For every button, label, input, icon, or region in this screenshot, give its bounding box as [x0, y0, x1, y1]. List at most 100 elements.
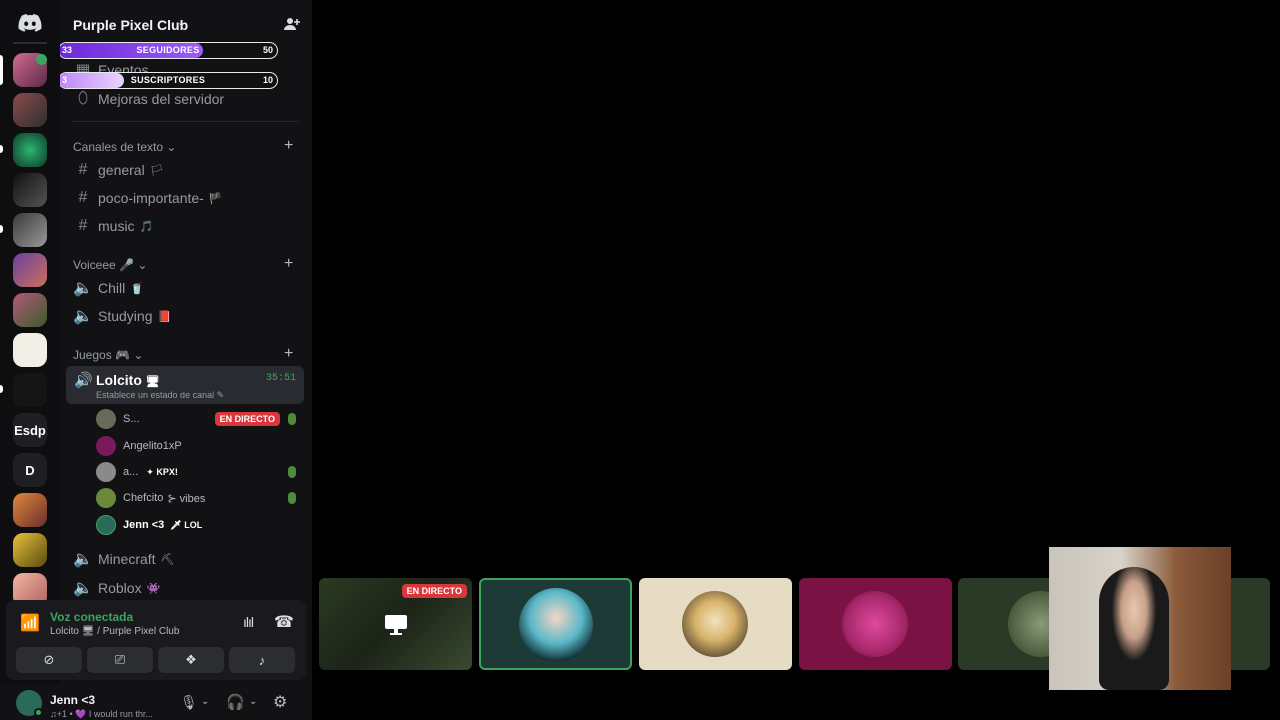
add-person-icon[interactable]	[284, 16, 300, 32]
server-icon[interactable]	[13, 533, 47, 567]
server-icon-esdp[interactable]: Esdp	[13, 413, 47, 447]
microphone-icon[interactable]: 🎙	[180, 694, 198, 711]
streaming-icon	[288, 413, 296, 425]
category-games[interactable]: Juegos 🎮 ⌄	[73, 348, 143, 362]
add-text-channel-icon[interactable]: +	[284, 137, 293, 155]
server-icon[interactable]	[13, 493, 47, 527]
avatar	[96, 515, 116, 535]
server-icon[interactable]	[13, 253, 47, 287]
disconnect-icon[interactable]: ☎	[274, 612, 294, 632]
server-name[interactable]: Purple Pixel Club	[73, 17, 188, 33]
server-icon[interactable]	[13, 133, 47, 167]
speaker-icon: 🔈	[73, 308, 93, 325]
add-voice-channel-icon[interactable]: +	[284, 255, 293, 273]
server-header[interactable]: Purple Pixel Club ⌄	[60, 0, 312, 48]
category-text[interactable]: Canales de texto ⌄	[73, 140, 176, 154]
add-game-channel-icon[interactable]: +	[284, 345, 293, 363]
voice-channel-studying[interactable]: 🔈 Studying 📕	[66, 303, 304, 329]
server-icon[interactable]	[13, 213, 47, 247]
screen-share-icon: ⎚	[114, 652, 126, 667]
hash-icon: #	[78, 189, 88, 206]
camera-off-icon: ⊘	[43, 652, 55, 667]
server-icon-d[interactable]: D	[13, 453, 47, 487]
user-panel: Jenn <3 ♫+1 • 💜 I would run thr... 🎙 ⌄ 🎧…	[0, 684, 312, 720]
streaming-icon	[288, 492, 296, 504]
live-badge: EN DIRECTO	[214, 412, 280, 426]
monitor-icon	[385, 615, 407, 635]
participant-tile[interactable]	[639, 578, 792, 670]
settings-gear-icon[interactable]: ⚙	[273, 692, 287, 712]
participant-tile[interactable]	[479, 578, 632, 670]
channel-emoji: 🖥	[145, 376, 160, 388]
category-voice[interactable]: Voiceee 🎤 ⌄	[73, 258, 147, 272]
soundboard-icon: ♪	[258, 652, 266, 668]
voice-connected-label[interactable]: Voz conectada	[50, 610, 133, 624]
member-tag-text: LOL	[184, 519, 203, 530]
speaker-active-icon: 🔊	[74, 372, 93, 389]
channel-status-label: Establece un estado de canal	[96, 390, 215, 400]
voice-indicator-icon	[36, 54, 47, 65]
stream-tile[interactable]: EN DIRECTO	[319, 578, 472, 670]
voice-member[interactable]: Chefcito ⊱ vibes	[96, 486, 304, 510]
chevron-down-icon[interactable]: ⌄	[177, 16, 186, 29]
channel-emoji: 🏴	[208, 192, 223, 205]
server-icon[interactable]	[13, 333, 47, 367]
voice-connection-panel: 📶 Voz conectada Lolcito 🖥 / Purple Pixel…	[6, 600, 306, 680]
voice-member[interactable]: S... EN DIRECTO	[96, 407, 304, 431]
server-icon[interactable]	[13, 173, 47, 207]
member-tag-text: vibes	[179, 492, 206, 505]
noise-suppression-icon[interactable]: ılıl	[243, 614, 254, 630]
menu-boosts[interactable]: ⬯ Mejoras del servidor	[66, 86, 304, 112]
voice-channel-roblox[interactable]: 🔈 Roblox 👾	[66, 575, 304, 601]
channel-status[interactable]: Establece un estado de canal ✎	[96, 390, 224, 401]
channel-poco-importante[interactable]: # poco-importante- 🏴	[66, 185, 304, 211]
channel-label: general	[98, 162, 145, 178]
voice-member[interactable]: a... ✦ KPX!	[96, 460, 304, 484]
live-badge: EN DIRECTO	[401, 584, 467, 598]
voice-member-self[interactable]: Jenn <3 🗡 LOL	[96, 513, 304, 537]
camera-button[interactable]: ⊘	[16, 647, 82, 673]
call-timer: 35:51	[265, 373, 296, 384]
soundboard-button[interactable]: ♪	[229, 647, 295, 673]
signal-icon[interactable]: 📶	[20, 613, 40, 633]
category-text-label: Canales de texto	[73, 140, 164, 154]
activities-button[interactable]: ❖	[158, 647, 224, 673]
avatar	[96, 488, 116, 508]
avatar	[96, 462, 116, 482]
activities-icon: ❖	[185, 652, 197, 667]
server-icon[interactable]	[13, 293, 47, 327]
subscribers-label: SUSCRIPTORES	[130, 75, 206, 85]
headphones-icon[interactable]: 🎧	[226, 693, 245, 711]
voice-channel-minecraft[interactable]: 🔈 Minecraft ⛏	[66, 546, 304, 572]
voice-member[interactable]: Angelito1xP	[96, 434, 304, 458]
member-tag: ⊱ vibes	[167, 492, 206, 505]
speaker-icon: 🔈	[73, 551, 93, 568]
discord-home-icon[interactable]	[13, 6, 47, 40]
channel-label: Minecraft	[98, 551, 156, 567]
channel-general[interactable]: # general 🏳	[66, 157, 304, 183]
server-icon[interactable]	[13, 373, 47, 407]
member-name: Angelito1xP	[123, 440, 182, 452]
user-name[interactable]: Jenn <3	[50, 693, 95, 707]
unread-pill	[0, 385, 3, 393]
participant-tile[interactable]	[799, 578, 952, 670]
voice-channel-chill[interactable]: 🔈 Chill 🥤	[66, 275, 304, 301]
chevron-down-icon[interactable]: ⌄	[201, 696, 209, 707]
channel-emoji: 📕	[157, 310, 172, 323]
speaker-icon: 🔈	[73, 580, 93, 597]
chevron-down-icon[interactable]: ⌄	[249, 696, 257, 707]
server-icon[interactable]	[13, 93, 47, 127]
active-server-pill	[0, 55, 3, 85]
channel-label: Chill	[98, 280, 126, 296]
voice-channel-lolcito[interactable]: 🔊 Lolcito 🖥 Establece un estado de canal…	[66, 366, 304, 404]
member-tag-text: KPX!	[156, 466, 178, 477]
category-voice-label: Voiceee	[73, 258, 116, 272]
member-name: Chefcito	[123, 492, 164, 504]
channel-music[interactable]: # music 🎵	[66, 213, 304, 239]
channel-emoji: 🎵	[139, 220, 154, 233]
followers-label: SEGUIDORES	[136, 45, 200, 55]
followers-goal-bar: 33 SEGUIDORES 50	[60, 42, 278, 59]
voice-location[interactable]: Lolcito 🖥 / Purple Pixel Club	[50, 626, 179, 637]
screen-share-button[interactable]: ⎚	[87, 647, 153, 673]
followers-goal: 50	[262, 45, 273, 55]
